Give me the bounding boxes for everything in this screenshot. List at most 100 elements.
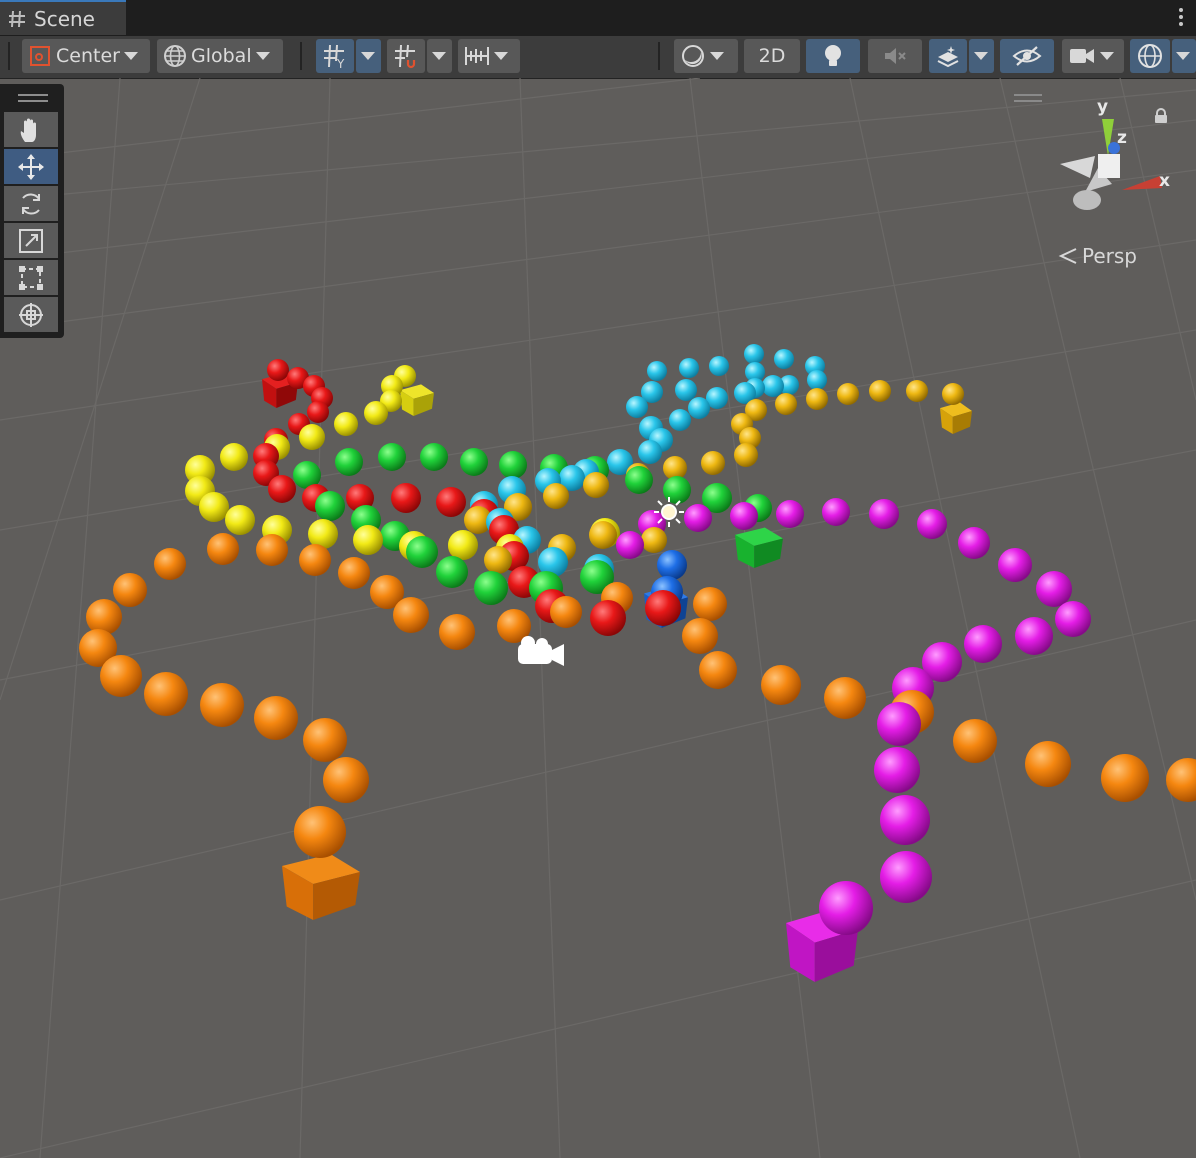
ball-orange[interactable] (393, 597, 429, 633)
scale-tool-button[interactable] (4, 223, 58, 258)
ball-cyan[interactable] (807, 370, 827, 390)
more-options-icon[interactable] (1178, 8, 1184, 28)
ball-cyan[interactable] (679, 358, 699, 378)
ball-red[interactable] (391, 483, 421, 513)
ball-red[interactable] (590, 600, 626, 636)
ball-orange[interactable] (550, 596, 582, 628)
move-tool-button[interactable] (4, 149, 58, 184)
ball-magenta[interactable] (730, 502, 758, 530)
scene-visibility-button[interactable] (1000, 39, 1054, 73)
ball-cyan[interactable] (626, 396, 648, 418)
snap-options-dropdown[interactable] (427, 39, 452, 73)
ball-orange[interactable] (439, 614, 475, 650)
ball-magenta[interactable] (880, 795, 930, 845)
ball-red[interactable] (645, 590, 681, 626)
ball-green[interactable] (625, 466, 653, 494)
ball-yellow[interactable] (448, 530, 478, 560)
ball-magenta[interactable] (874, 747, 920, 793)
ball-green[interactable] (499, 451, 527, 479)
scene-viewport[interactable] (0, 78, 1196, 1158)
ball-orange[interactable] (761, 665, 801, 705)
ball-green[interactable] (315, 491, 345, 521)
camera-gizmo-icon[interactable] (518, 636, 564, 666)
ball-cyan[interactable] (675, 379, 697, 401)
scene-effects-dropdown[interactable] (969, 39, 994, 73)
toggle-2d-button[interactable]: 2D (744, 39, 800, 73)
hand-tool-button[interactable] (4, 112, 58, 147)
overlay-drag-handle[interactable] (1014, 94, 1042, 102)
ball-magenta[interactable] (877, 702, 921, 746)
ball-cyan[interactable] (647, 361, 667, 381)
ball-orange[interactable] (86, 599, 122, 635)
increment-snap-dropdown[interactable] (458, 39, 520, 73)
ball-orange[interactable] (1101, 754, 1149, 802)
ball-orange[interactable] (338, 557, 370, 589)
ball-magenta[interactable] (998, 548, 1032, 582)
ball-orange[interactable] (693, 587, 727, 621)
ball-gold[interactable] (484, 546, 512, 574)
gizmos-button[interactable] (1130, 39, 1170, 73)
ball-red[interactable] (307, 401, 329, 423)
scene-camera-dropdown[interactable] (1062, 39, 1124, 73)
drag-handle[interactable] (18, 94, 48, 102)
ball-magenta[interactable] (1055, 601, 1091, 637)
ball-gold[interactable] (942, 383, 964, 405)
ball-gold[interactable] (641, 527, 667, 553)
axis-gizmo[interactable]: y z x (1040, 88, 1190, 228)
scene-effects-button[interactable] (929, 39, 967, 73)
ball-blue[interactable] (657, 550, 687, 580)
snap-toggle-button[interactable] (387, 39, 425, 73)
ball-gold[interactable] (734, 443, 758, 467)
ball-magenta[interactable] (822, 498, 850, 526)
ball-orange[interactable] (682, 618, 718, 654)
ball-orange[interactable] (144, 672, 188, 716)
ball-orange[interactable] (100, 655, 142, 697)
ball-cyan[interactable] (762, 375, 784, 397)
ball-green[interactable] (335, 448, 363, 476)
ball-green[interactable] (406, 536, 438, 568)
ball-yellow[interactable] (220, 443, 248, 471)
ball-yellow[interactable] (364, 401, 388, 425)
rotate-tool-button[interactable] (4, 186, 58, 221)
ball-gold[interactable] (583, 472, 609, 498)
cannon-green[interactable] (735, 527, 783, 568)
ball-magenta[interactable] (684, 504, 712, 532)
ball-cyan[interactable] (688, 397, 710, 419)
ball-magenta[interactable] (1036, 571, 1072, 607)
ball-green[interactable] (378, 443, 406, 471)
ball-orange[interactable] (154, 548, 186, 580)
ball-magenta[interactable] (917, 509, 947, 539)
pivot-rotation-dropdown[interactable]: Global (157, 39, 283, 73)
ball-green[interactable] (663, 476, 691, 504)
ball-cyan[interactable] (669, 409, 691, 431)
ball-orange[interactable] (207, 533, 239, 565)
pivot-mode-dropdown[interactable]: Center (22, 39, 150, 73)
gizmos-dropdown[interactable] (1172, 39, 1196, 73)
ball-magenta[interactable] (958, 527, 990, 559)
ball-orange[interactable] (294, 806, 346, 858)
ball-magenta[interactable] (616, 531, 644, 559)
ball-yellow[interactable] (299, 424, 325, 450)
ball-gold[interactable] (589, 521, 617, 549)
ball-magenta[interactable] (869, 499, 899, 529)
cannon-gold[interactable] (940, 402, 972, 434)
ball-gold[interactable] (701, 451, 725, 475)
ball-gold[interactable] (775, 393, 797, 415)
ball-magenta[interactable] (880, 851, 932, 903)
ball-cyan[interactable] (774, 349, 794, 369)
ball-gold[interactable] (543, 483, 569, 509)
directional-light-gizmo-icon[interactable] (654, 497, 684, 527)
tab-scene[interactable]: Scene (0, 0, 126, 35)
ball-orange[interactable] (256, 534, 288, 566)
ball-green[interactable] (474, 571, 508, 605)
ball-cyan[interactable] (709, 356, 729, 376)
ball-yellow[interactable] (225, 505, 255, 535)
ball-cyan[interactable] (638, 440, 662, 464)
ball-orange[interactable] (299, 544, 331, 576)
ball-orange[interactable] (254, 696, 298, 740)
grid-visibility-button[interactable]: Y (316, 39, 354, 73)
transform-tool-button[interactable] (4, 297, 58, 332)
ball-red[interactable] (436, 487, 466, 517)
ball-orange[interactable] (303, 718, 347, 762)
ball-orange[interactable] (113, 573, 147, 607)
